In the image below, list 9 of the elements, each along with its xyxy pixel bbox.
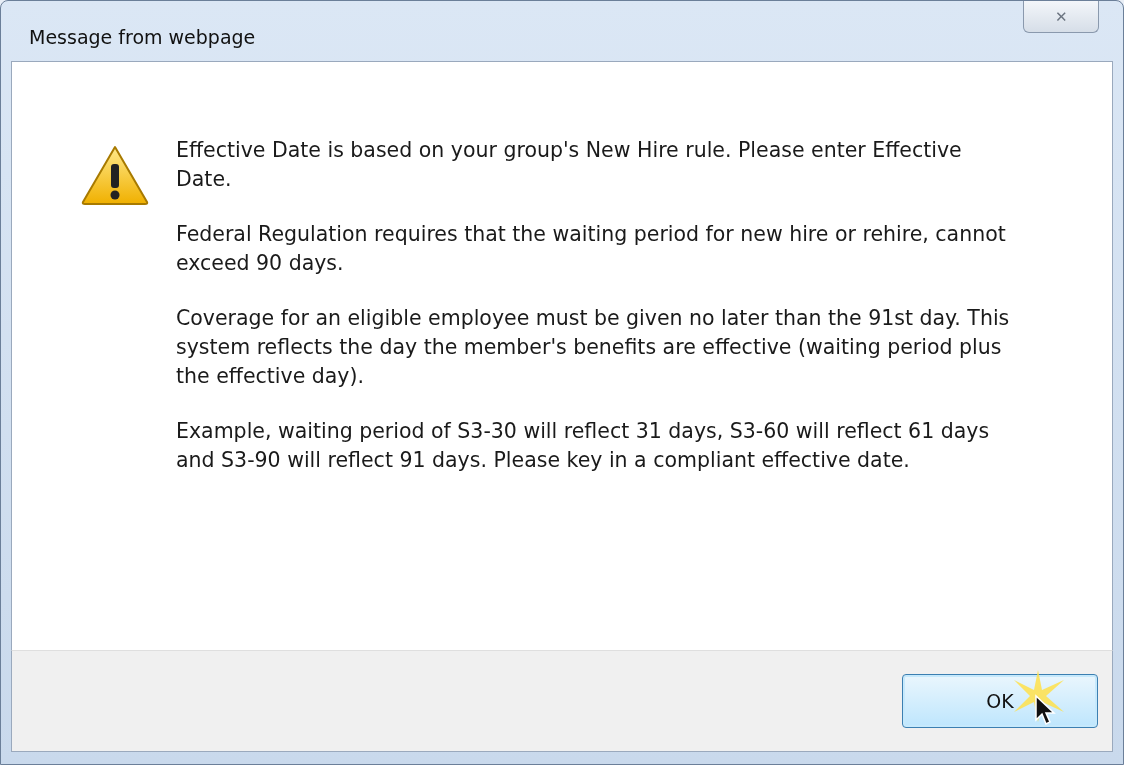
message-text: Example, waiting period of S3-30 will reflect 31 days, S3-60 will reflect 61 days and S3-90 will reflect 91 days. Please key in a compliant effective date. bbox=[176, 418, 991, 474]
window-title: Message from webpage bbox=[28, 25, 256, 48]
close-button[interactable]: ✕ bbox=[1023, 1, 1099, 33]
ok-button[interactable]: OK bbox=[902, 674, 1098, 728]
message-text: Federal Regulation requires that the waiting period for new hire or rehire, cannot exceed 90 days. bbox=[176, 221, 1007, 277]
message-text: Coverage for an eligible employee must be given no later than the 91st day. This system reflects the day the member's benefits are effective (waiting period plus the effective day). bbox=[176, 305, 1011, 390]
message-text: Effective Date is based on your group's New Hire rule. Please enter Effective Date. bbox=[176, 137, 963, 193]
warning-icon bbox=[80, 144, 150, 206]
cursor-icon bbox=[1034, 694, 1056, 726]
